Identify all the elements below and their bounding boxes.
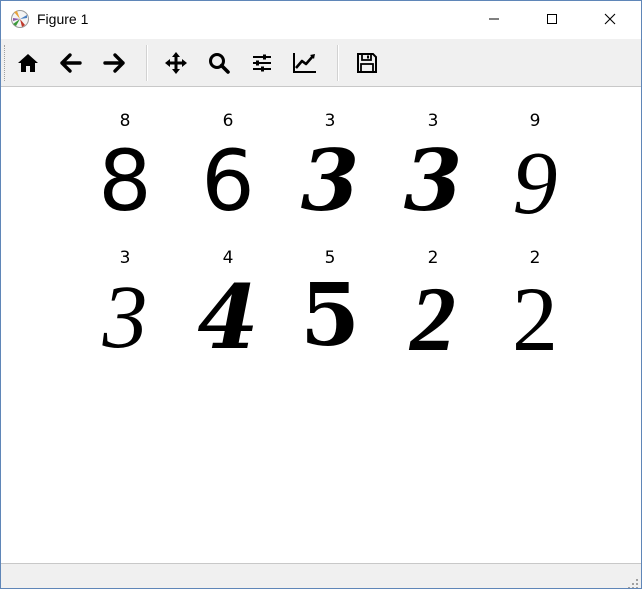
digit-image: 4: [197, 265, 259, 369]
matplotlib-app-icon: [10, 9, 30, 29]
digit-image: 3: [300, 131, 360, 230]
digit-image: 2: [512, 268, 558, 370]
back-arrow-icon: [59, 51, 83, 75]
subplot-title: 3: [427, 111, 439, 131]
digit-image: 8: [98, 132, 152, 230]
subplots-icon: [250, 51, 274, 75]
digit-image: 3: [102, 268, 148, 367]
digit-image: 9: [512, 134, 558, 233]
subplot-title: 2: [529, 248, 541, 268]
home-icon: [16, 51, 40, 75]
close-icon: [604, 13, 616, 25]
close-button[interactable]: [587, 1, 633, 37]
digit-image: 5: [300, 265, 360, 366]
minimize-icon: [488, 13, 500, 25]
digit-image: 2: [410, 268, 456, 370]
subplot-title: 3: [119, 248, 131, 268]
maximize-button[interactable]: [529, 1, 575, 37]
save-button[interactable]: [352, 48, 382, 78]
window-title: Figure 1: [37, 11, 89, 27]
save-icon: [355, 51, 379, 75]
maximize-icon: [546, 13, 558, 25]
subplots-button[interactable]: [247, 48, 277, 78]
subplot-title: 3: [324, 111, 336, 131]
edit-axis-icon: [292, 51, 318, 75]
figure-window: Figure 1 8 8 6 6 3 3 3 3 9 9 3 3 4 4 5 5…: [0, 0, 642, 589]
subplot-title: 8: [119, 111, 131, 131]
forward-arrow-icon: [102, 51, 126, 75]
back-button[interactable]: [56, 48, 86, 78]
digit-image: 6: [201, 132, 255, 230]
forward-button[interactable]: [99, 48, 129, 78]
pan-icon: [163, 50, 189, 76]
subplot-title: 2: [427, 248, 439, 268]
resize-grip-icon[interactable]: [627, 575, 639, 588]
subplot-title: 6: [222, 111, 234, 131]
toolbar-grip: [4, 45, 7, 81]
toolbar-separator: [146, 45, 148, 81]
minimize-button[interactable]: [471, 1, 517, 37]
figure-canvas[interactable]: 8 8 6 6 3 3 3 3 9 9 3 3 4 4 5 5 2 2 2 2: [1, 87, 641, 563]
zoom-icon: [207, 51, 231, 75]
toolbar-separator: [337, 45, 339, 81]
pan-button[interactable]: [161, 48, 191, 78]
title-bar[interactable]: Figure 1: [1, 1, 641, 39]
digit-image: 3: [403, 131, 463, 230]
zoom-button[interactable]: [204, 48, 234, 78]
navigation-toolbar: [1, 39, 641, 87]
edit-axis-button[interactable]: [290, 48, 320, 78]
status-bar: [1, 563, 641, 588]
home-button[interactable]: [13, 48, 43, 78]
subplot-title: 9: [529, 111, 541, 131]
